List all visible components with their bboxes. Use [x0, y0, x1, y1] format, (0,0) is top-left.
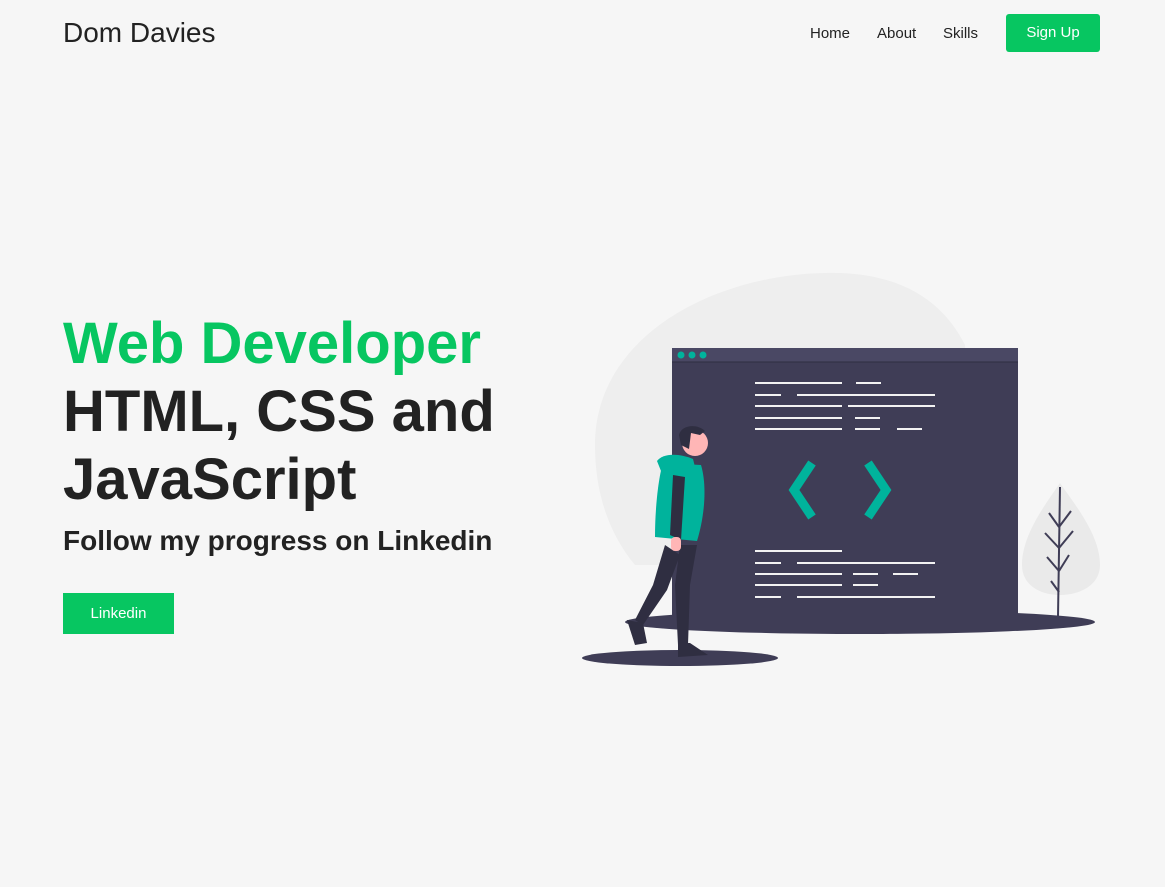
code-window-icon — [672, 348, 1018, 623]
nav-link-home[interactable]: Home — [810, 25, 850, 42]
linkedin-button[interactable]: Linkedin — [63, 593, 174, 634]
sign-up-button[interactable]: Sign Up — [1006, 14, 1100, 52]
developer-illustration — [582, 272, 1100, 666]
hero-title-line-3: JavaScript — [63, 447, 357, 512]
hero-subtitle: Follow my progress on Linkedin — [63, 525, 493, 556]
hero-section: Web Developer HTML, CSS and JavaScript F… — [63, 310, 543, 558]
top-navbar: Dom Davies Home About Skills Sign Up — [0, 0, 1165, 66]
hero-title-accent: Web Developer — [63, 311, 481, 376]
nav-link-about[interactable]: About — [877, 25, 916, 42]
plant-leaf-blob — [1022, 483, 1100, 595]
brand-name[interactable]: Dom Davies — [63, 16, 215, 50]
hero-title-line-2: HTML, CSS and — [63, 379, 495, 444]
nav-link-skills[interactable]: Skills — [943, 25, 978, 42]
